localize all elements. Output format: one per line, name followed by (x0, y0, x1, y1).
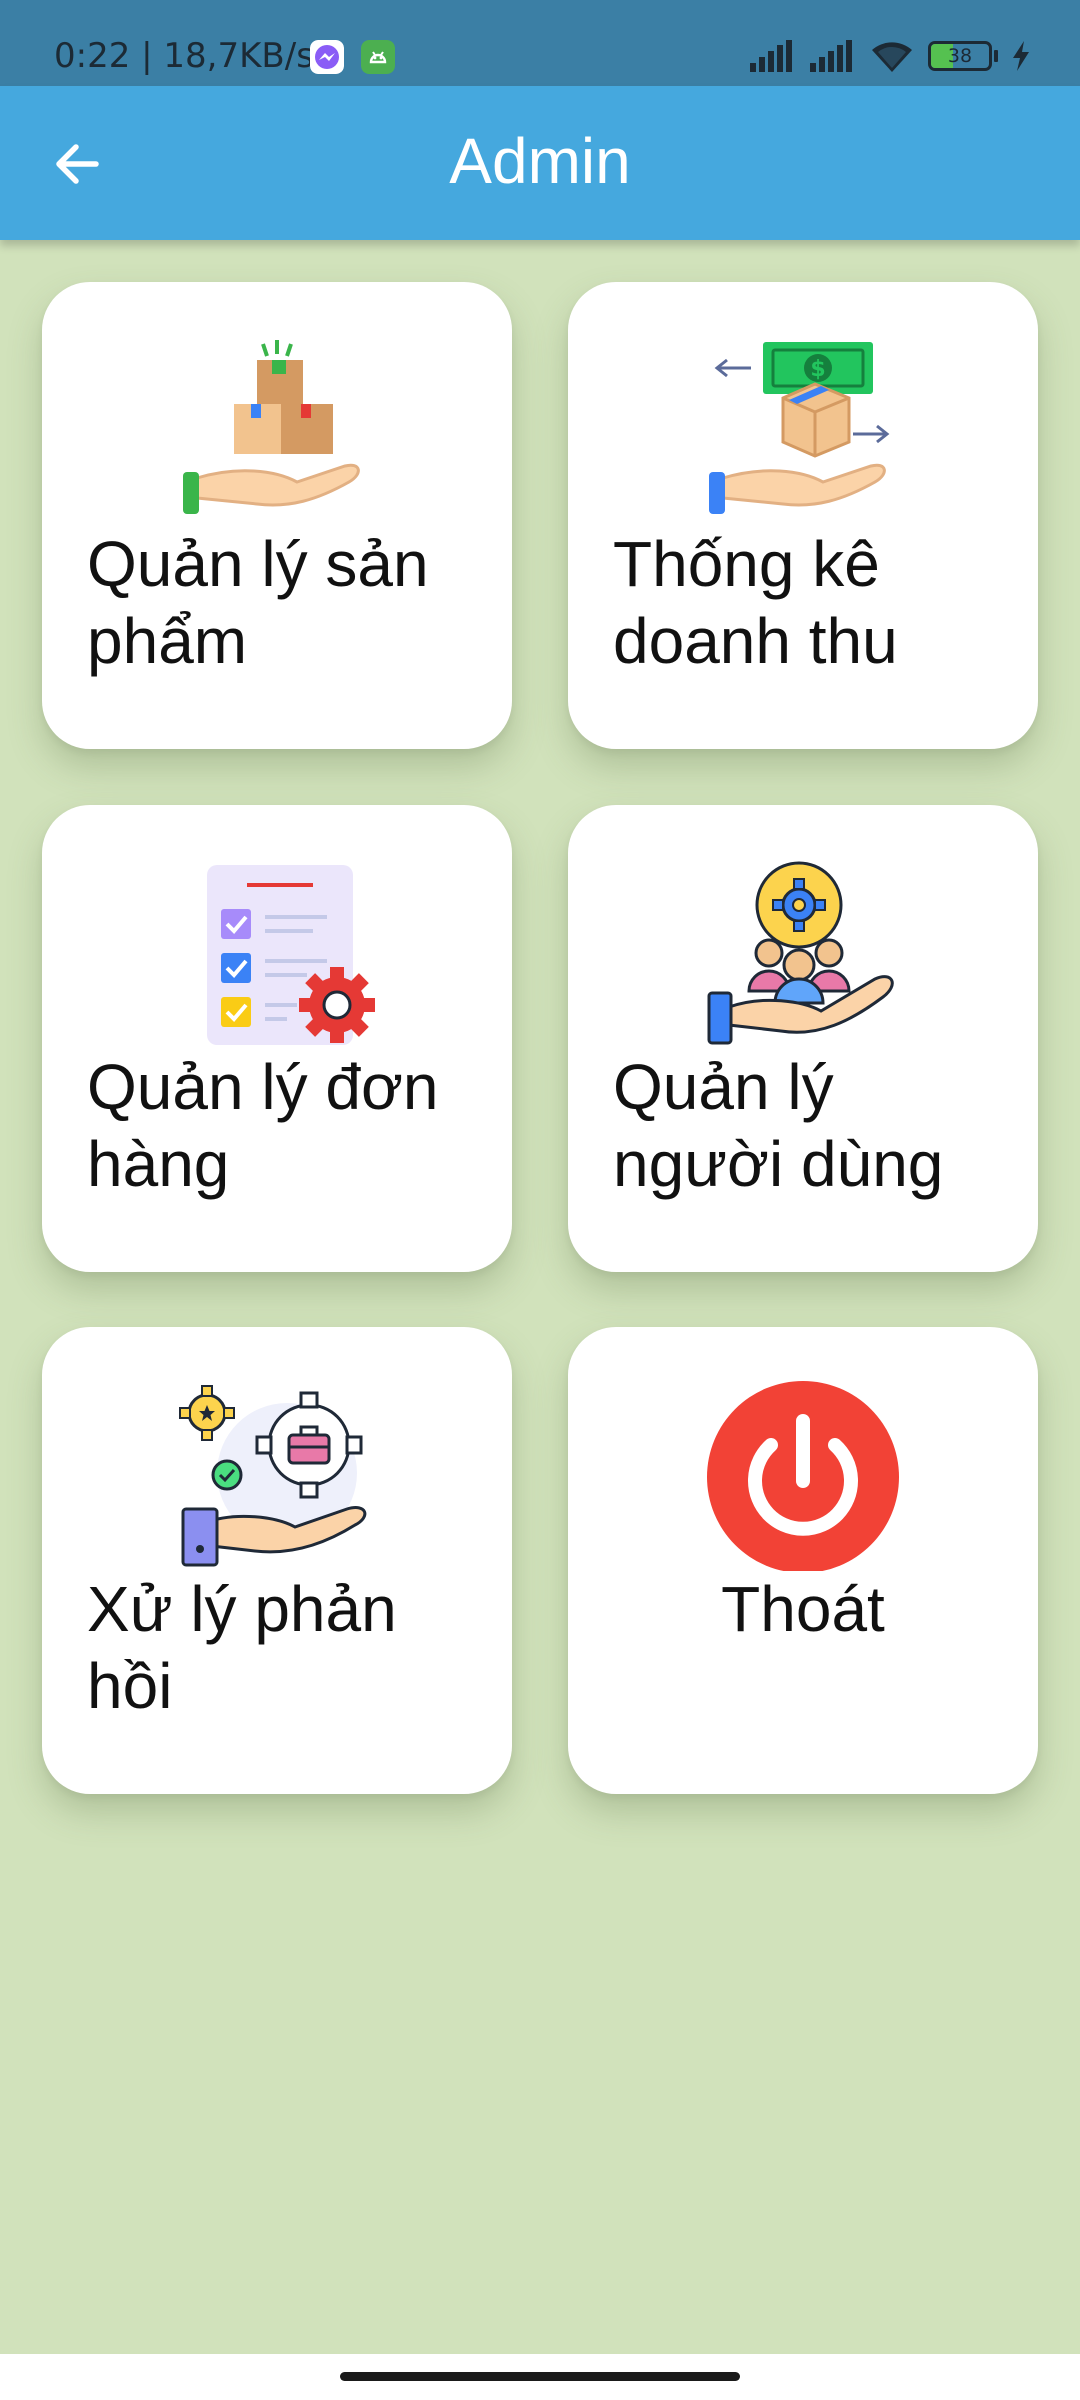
menu-card-label: Quản lý sản phẩm (87, 528, 429, 677)
boxes-on-hand-icon (183, 340, 360, 514)
messenger-icon (310, 40, 344, 74)
battery-indicator: 38 (928, 41, 992, 71)
status-time-speed: 0:22 | 18,7KB/s (54, 36, 314, 76)
svg-text:$: $ (810, 357, 825, 382)
wifi-icon (872, 42, 912, 72)
menu-card-logout[interactable]: Thoát (568, 1327, 1038, 1794)
menu-card-label: Thoát (721, 1573, 885, 1645)
android-app-icon (361, 40, 395, 74)
signal-icon (750, 40, 792, 72)
gears-briefcase-hand-icon (179, 1385, 367, 1567)
people-hand-gear-icon (707, 861, 894, 1045)
menu-card-label: Quản lý đơn hàng (87, 1051, 439, 1200)
menu-card-label: Quản lý người dùng (613, 1051, 944, 1200)
home-indicator[interactable] (340, 2372, 740, 2381)
menu-card-feedback[interactable]: Xử lý phản hồi (42, 1327, 512, 1794)
status-bar: 0:22 | 18,7KB/s 38 (0, 0, 1080, 86)
charging-bolt-icon (1013, 41, 1029, 71)
power-icon (707, 1381, 899, 1571)
status-indicators: 38 (748, 36, 1032, 76)
page-title: Admin (449, 125, 631, 197)
menu-card-orders[interactable]: Quản lý đơn hàng (42, 805, 512, 1272)
app-bar: Admin (0, 86, 1080, 240)
battery-nub (994, 50, 998, 62)
money-exchange-hand-icon: $ (709, 342, 890, 514)
menu-card-products[interactable]: Quản lý sản phẩm (42, 282, 512, 749)
menu-card-revenue[interactable]: $ Thống kê doanh thu (568, 282, 1038, 749)
checklist-gear-icon (207, 865, 375, 1045)
battery-level: 38 (947, 45, 973, 67)
menu-card-label: Thống kê doanh thu (613, 528, 898, 677)
signal-icon (810, 40, 852, 72)
menu-card-label: Xử lý phản hồi (87, 1573, 397, 1722)
menu-card-users[interactable]: Quản lý người dùng (568, 805, 1038, 1272)
